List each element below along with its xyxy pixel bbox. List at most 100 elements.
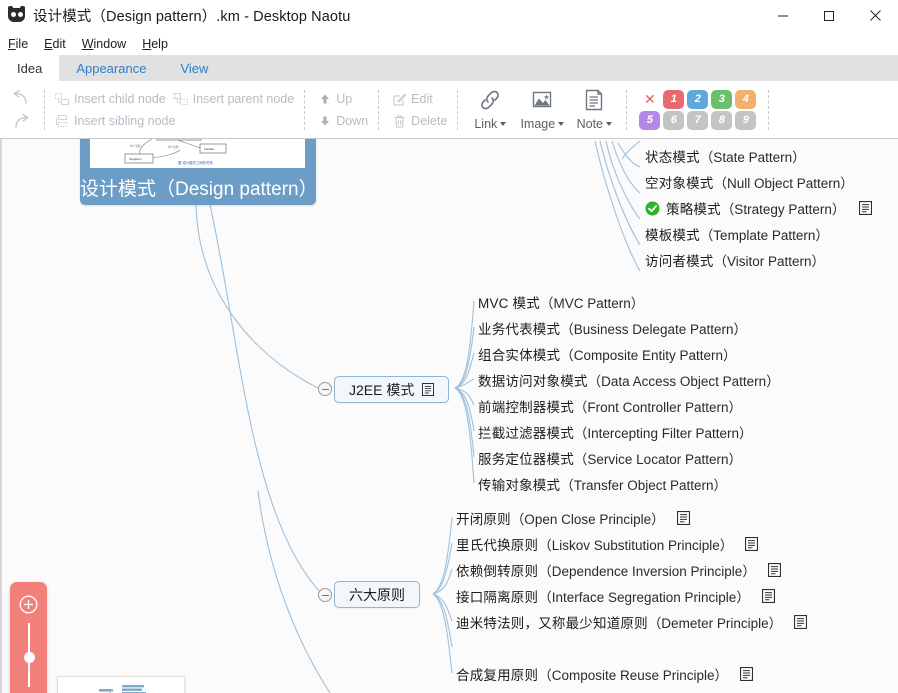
menu-file[interactable]: File	[8, 37, 28, 51]
leaf-front-controller-pattern[interactable]: 前端控制器模式 （Front Controller Pattern）	[478, 396, 742, 416]
insert-child-node-button[interactable]: Insert child node	[51, 88, 170, 110]
svg-text:图 设计模式之间的关系: 图 设计模式之间的关系	[178, 160, 213, 165]
svg-text:Facade: Facade	[204, 147, 214, 151]
close-button[interactable]	[852, 0, 898, 32]
delete-node-button[interactable]: Delete	[389, 110, 451, 132]
leaf-business-delegate-pattern[interactable]: 业务代表模式 （Business Delegate Pattern）	[478, 318, 747, 338]
edit-node-label: Edit	[411, 92, 433, 106]
leaf-intercepting-filter-pattern[interactable]: 拦截过滤器模式 （Intercepting Filter Pattern）	[478, 422, 752, 442]
leaf-service-locator-pattern[interactable]: 服务定位器模式 （Service Locator Pattern）	[478, 448, 742, 468]
leaf-label-en: （Template Pattern）	[699, 228, 829, 243]
root-node[interactable]: Strategy Flow Mediator Observer Template…	[80, 139, 316, 205]
leaf-label-cn: 传输对象模式	[478, 478, 561, 493]
insert-sibling-node-button[interactable]: Insert sibling node	[51, 110, 298, 132]
maximize-button[interactable]	[806, 0, 852, 32]
leaf-dependence-inversion-principle[interactable]: 依赖倒转原则 （Dependence Inversion Principle）	[456, 560, 781, 580]
zoom-slider[interactable]	[10, 619, 47, 691]
zoom-in-button[interactable]	[10, 589, 47, 619]
leaf-strategy-pattern[interactable]: 策略模式 （Strategy Pattern）	[645, 198, 873, 218]
branch-node-j2ee[interactable]: J2EE 模式	[334, 376, 450, 403]
priority-8-button[interactable]: 8	[711, 110, 733, 130]
insert-image-button[interactable]: Image	[516, 84, 568, 136]
leaf-mvc-pattern[interactable]: MVC 模式 （MVC Pattern）	[478, 292, 644, 312]
minimize-button[interactable]	[760, 0, 806, 32]
note-badge-icon[interactable]	[422, 383, 435, 396]
window-controls	[760, 0, 898, 32]
leaf-transfer-object-pattern[interactable]: 传输对象模式 （Transfer Object Pattern）	[478, 474, 727, 494]
collapse-toggle-six-principles[interactable]	[318, 588, 332, 602]
leaf-label-cn: 空对象模式	[645, 176, 714, 191]
zoom-slider-thumb[interactable]	[23, 652, 35, 663]
title-bar: 设计模式（Design pattern）.km - Desktop Naotu	[0, 0, 898, 32]
priority-swatch-group: ✕ 1 2 3 4 5 6 7 8 9	[633, 81, 762, 138]
insert-note-button[interactable]: Note	[568, 84, 620, 136]
note-badge-icon[interactable]	[740, 667, 754, 681]
chevron-down-icon[interactable]	[606, 122, 613, 126]
tab-idea[interactable]: Idea	[0, 55, 60, 81]
note-badge-icon[interactable]	[859, 201, 873, 215]
tab-appearance[interactable]: Appearance	[59, 55, 163, 81]
leaf-open-close-principle[interactable]: 开闭原则 （Open Close Principle）	[456, 508, 690, 528]
note-badge-icon[interactable]	[767, 563, 781, 577]
note-badge-icon[interactable]	[761, 589, 775, 603]
collapse-toggle-j2ee[interactable]	[318, 382, 332, 396]
leaf-label-cn: 合成复用原则	[456, 668, 539, 683]
image-icon	[531, 90, 553, 114]
mindmap-canvas[interactable]: Strategy Flow Mediator Observer Template…	[0, 139, 898, 693]
leaf-visitor-pattern[interactable]: 访问者模式 （Visitor Pattern）	[645, 250, 825, 270]
leaf-label-en: （Demeter Principle）	[647, 616, 783, 631]
leaf-interface-segregation-principle[interactable]: 接口隔离原则 （Interface Segregation Principle）	[456, 586, 775, 606]
leaf-state-pattern[interactable]: 状态模式 （State Pattern）	[645, 146, 806, 166]
leaf-composite-reuse-principle[interactable]: 合成复用原则 （Composite Reuse Principle）	[456, 664, 754, 684]
note-badge-icon[interactable]	[676, 511, 690, 525]
minimap-panel[interactable]	[57, 676, 185, 693]
window-title: 设计模式（Design pattern）.km - Desktop Naotu	[33, 9, 351, 25]
leaf-label-cn: 服务定位器模式	[478, 452, 574, 467]
menu-window[interactable]: Window	[82, 37, 126, 51]
redo-icon[interactable]	[8, 112, 34, 132]
branch-node-six-principles[interactable]: 六大原则	[334, 581, 420, 608]
root-node-label: 设计模式（Design pattern）	[80, 179, 316, 200]
leaf-template-pattern[interactable]: 模板模式 （Template Pattern）	[645, 224, 829, 244]
move-down-button[interactable]: Down	[315, 110, 372, 132]
leaf-label-cn: 业务代表模式	[478, 322, 561, 337]
leaf-label-cn: 开闭原则	[456, 512, 511, 527]
insert-sibling-node-icon	[55, 114, 69, 128]
insert-parent-node-button[interactable]: Insert parent node	[170, 88, 298, 110]
leaf-liskov-substitution-principle[interactable]: 里氏代换原则 （Liskov Substitution Principle）	[456, 534, 759, 554]
leaf-label-cn: 数据访问对象模式	[478, 374, 588, 389]
priority-6-button[interactable]: 6	[663, 110, 685, 130]
priority-1-button[interactable]: 1	[663, 89, 685, 109]
leaf-data-access-object-pattern[interactable]: 数据访问对象模式 （Data Access Object Pattern）	[478, 370, 780, 390]
priority-7-button[interactable]: 7	[687, 110, 709, 130]
undo-icon[interactable]	[8, 88, 34, 108]
edit-node-button[interactable]: Edit	[389, 88, 451, 110]
divider	[626, 89, 628, 130]
leaf-label-en: （Open Close Principle）	[510, 512, 665, 527]
leaf-null-object-pattern[interactable]: 空对象模式 （Null Object Pattern）	[645, 172, 854, 192]
move-up-button[interactable]: Up	[315, 88, 372, 110]
arrow-down-icon	[319, 115, 331, 127]
priority-5-button[interactable]: 5	[639, 110, 661, 130]
leaf-demeter-principle[interactable]: 迪米特法则，又称最少知道原则 （Demeter Principle）	[456, 612, 808, 632]
note-badge-icon[interactable]	[745, 537, 759, 551]
menu-edit[interactable]: Edit	[44, 37, 66, 51]
leaf-composite-entity-pattern[interactable]: 组合实体模式 （Composite Entity Pattern）	[478, 344, 737, 364]
insert-sibling-node-label: Insert sibling node	[74, 114, 176, 128]
menu-help[interactable]: Help	[142, 37, 168, 51]
chevron-down-icon[interactable]	[500, 122, 507, 126]
priority-2-button[interactable]: 2	[687, 89, 709, 109]
insert-parent-node-label: Insert parent node	[192, 92, 295, 106]
insert-link-label: Link	[474, 117, 498, 131]
priority-9-button[interactable]: 9	[735, 110, 757, 130]
priority-3-button[interactable]: 3	[711, 89, 733, 109]
leaf-label-en: （Dependence Inversion Principle）	[538, 564, 756, 579]
insert-link-button[interactable]: Link	[464, 84, 516, 136]
tab-view[interactable]: View	[163, 55, 225, 81]
chevron-down-icon[interactable]	[558, 121, 565, 126]
link-icon	[479, 89, 501, 114]
svg-text:Singleton: Singleton	[129, 157, 142, 161]
note-badge-icon[interactable]	[794, 615, 808, 629]
priority-clear-button[interactable]: ✕	[639, 89, 661, 109]
priority-4-button[interactable]: 4	[735, 89, 757, 109]
